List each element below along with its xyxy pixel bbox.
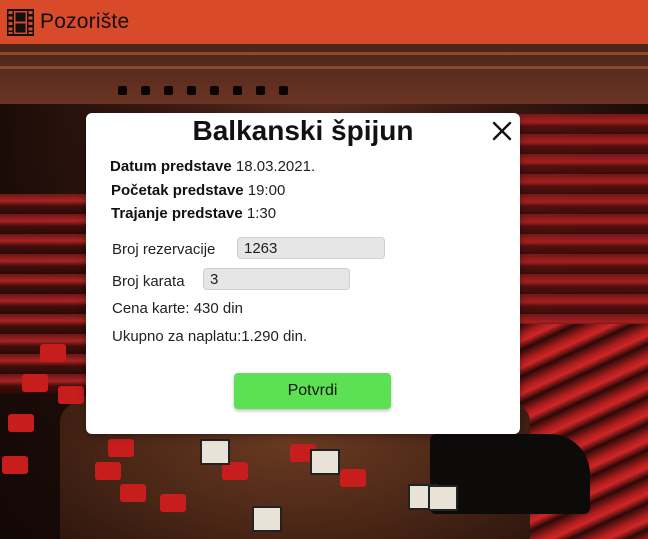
app-title: Pozorište [40,10,130,33]
ceiling-beam [0,66,648,69]
music-stand [200,439,230,465]
orchestra-chair [160,494,186,512]
close-icon[interactable] [490,119,514,143]
ticket-count-field[interactable]: 3 [203,268,350,290]
start-label: Početak predstave [111,182,244,199]
reservation-dialog: Balkanski špijun Datum predstave 18.03.2… [86,113,520,434]
app-header: Pozorište [0,0,648,44]
stage-lights [118,86,288,95]
total-price-text: Ukupno za naplatu:1.290 din. [112,328,308,345]
ticket-price-text: Cena karte: 430 din [112,300,243,317]
orchestra-chair [58,386,84,404]
orchestra-chair [120,484,146,502]
start-value: 19:00 [247,182,286,199]
confirm-button[interactable]: Potvrdi [234,373,391,409]
date-value: 18.03.2021. [235,158,316,175]
orchestra-chair [95,462,121,480]
duration-label: Trajanje predstave [111,205,243,222]
date-row: Datum predstave 18.03.2021. [110,158,315,175]
play-title: Balkanski špijun [192,115,414,146]
reservation-label: Broj rezervacije [112,241,216,258]
orchestra-chair [22,374,48,392]
orchestra-chair [8,414,34,432]
music-stand [252,506,282,532]
music-stand [310,449,340,475]
orchestra-chair [40,344,66,362]
start-row: Početak predstave 19:00 [111,182,285,199]
orchestra-chair [340,469,366,487]
music-stand [428,485,458,511]
tickets-label: Broj karata [112,273,185,290]
ceiling-beam [0,52,648,55]
orchestra-chair [108,439,134,457]
reservation-number-field[interactable]: 1263 [237,237,385,259]
left-seats [0,194,90,394]
duration-row: Trajanje predstave 1:30 [111,205,276,222]
orchestra-chair [2,456,28,474]
date-label: Datum predstave [110,158,232,175]
duration-value: 1:30 [246,205,277,222]
film-strip-icon [7,8,34,36]
